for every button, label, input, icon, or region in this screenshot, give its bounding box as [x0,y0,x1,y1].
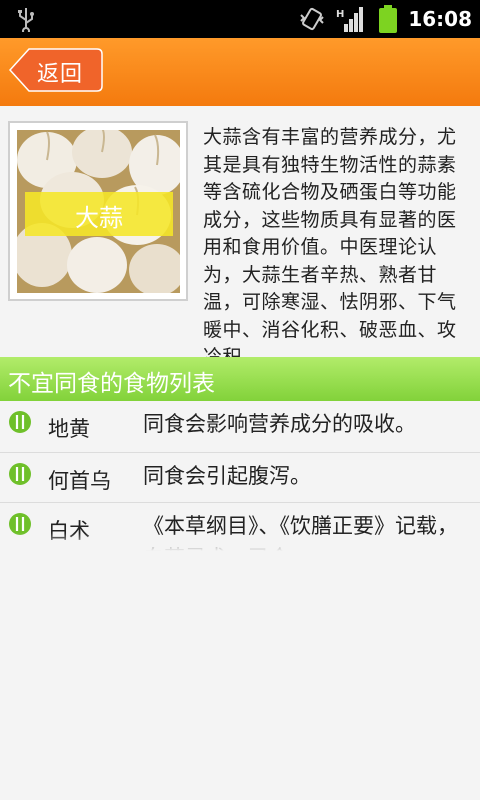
list-item[interactable]: 地黄 同食会影响营养成分的吸收。 [0,401,480,453]
utensil-icon [9,463,31,485]
food-description: 大蒜含有丰富的营养成分，尤其是具有独特生物活性的蒜素等含硫化合物及硒蛋白等功能成… [203,126,457,368]
battery-icon [379,5,398,33]
usb-icon [18,8,34,32]
photo-label-band: 大蒜 [25,192,173,236]
food-effect: 同食会引起腹泻。 [143,464,311,488]
clock: 16:08 [408,7,472,31]
section-header: 不宜同食的食物列表 [0,357,480,401]
back-button[interactable]: 返回 [9,48,103,92]
status-bar: H 16:08 [0,0,480,38]
section-title: 不宜同食的食物列表 [8,371,215,397]
food-photo-frame: 大蒜 [8,121,188,301]
food-name: 地黄 [48,417,90,441]
signal-icon: H [336,7,364,32]
list-item[interactable]: 何首乌 同食会引起腹泻。 [0,453,480,503]
utensil-icon [9,411,31,433]
title-bar: 返回 [0,38,480,106]
garlic-photo: 大蒜 [17,130,180,293]
food-effect: 同食会影响营养成分的吸收。 [143,412,416,436]
network-type-label: H [336,9,344,20]
food-name: 何首乌 [48,469,111,493]
back-label: 返回 [37,62,84,87]
vibrate-icon [300,7,325,31]
list-item[interactable]: 白术 《本草纲目》、《饮膳正要》记载，白蒜忌术，已会 [0,503,480,551]
incompatible-food-list: 地黄 同食会影响营养成分的吸收。 何首乌 同食会引起腹泻。 白术 《本草纲目》、… [0,401,480,551]
photo-label: 大蒜 [75,204,123,232]
list-fade [0,533,480,551]
